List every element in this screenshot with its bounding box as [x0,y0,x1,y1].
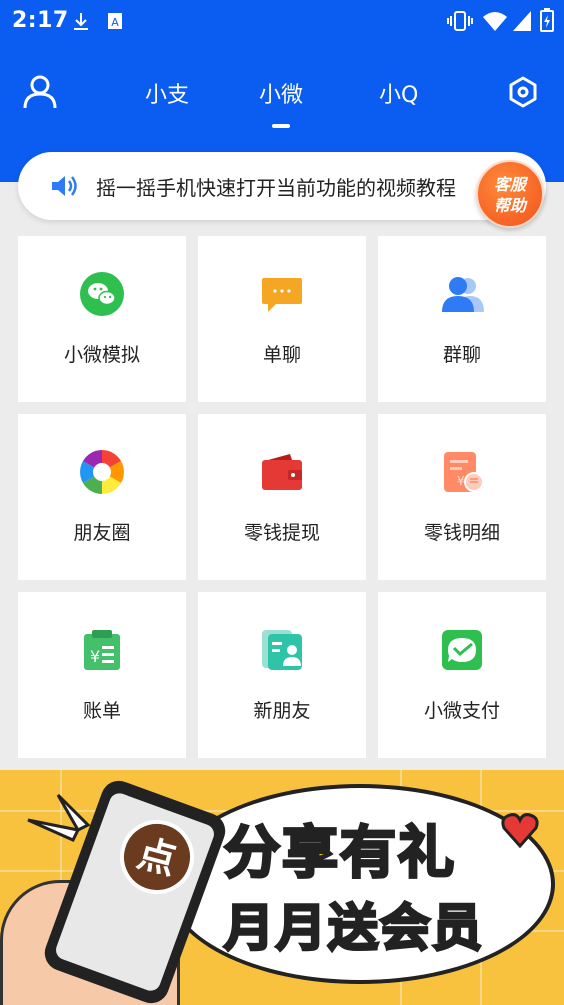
settings-icon[interactable] [508,76,538,108]
grid-label: 新朋友 [253,700,311,722]
notice-bar[interactable]: 摇一摇手机快速打开当前功能的视频教程 [18,152,546,220]
banner-subtitle: 月月送会员 [223,898,484,959]
grid-item-bill[interactable]: ¥ 账单 [18,592,186,758]
svg-text:¥: ¥ [457,474,465,488]
tab-xiaoq[interactable]: 小Q [379,77,418,109]
grid-item-moments[interactable]: 朋友圈 [18,414,186,580]
grid-label: 小微模拟 [63,344,140,366]
help-badge-line2: 帮助 [493,196,526,215]
battery-icon [540,8,554,32]
grid-label: 小微支付 [423,700,500,722]
grid-item-single-chat[interactable]: 单聊 [198,236,366,402]
grid-item-change-detail[interactable]: ¥ 零钱明细 [378,414,546,580]
receipt-icon: ¥ [444,452,484,492]
status-time: 2:17 [12,8,69,33]
download-icon [74,13,88,30]
moments-icon [80,450,124,494]
a-icon: A [108,13,122,29]
chat-bubble-icon [262,278,302,312]
active-tab-indicator [272,124,290,128]
payment-icon [442,630,482,670]
vibrate-icon [447,11,473,31]
svg-text:A: A [111,16,119,29]
speaker-icon [52,176,77,196]
customer-help-button[interactable]: 客服 帮助 [476,160,544,228]
svg-text:¥: ¥ [90,647,100,666]
wallet-icon [262,454,302,490]
help-badge-line1: 客服 [493,175,526,194]
grid-item-new-friend[interactable]: 新朋友 [198,592,366,758]
heart-icon [501,813,539,849]
promo-banner[interactable]: 点 分享有礼 月月送会员 [0,770,564,1005]
grid-item-payment[interactable]: 小微支付 [378,592,546,758]
grid-label: 单聊 [262,344,301,366]
grid-item-withdraw[interactable]: 零钱提现 [198,414,366,580]
wechat-icon [80,272,124,316]
new-friend-icon [262,630,302,670]
tab-xiaowei[interactable]: 小微 [259,77,303,109]
grid-item-group-chat[interactable]: 群聊 [378,236,546,402]
notice-text: 摇一摇手机快速打开当前功能的视频教程 [96,176,456,200]
tab-xiaozhi[interactable]: 小支 [145,77,189,109]
status-bar: 2:17 A [0,0,564,40]
grid-label: 账单 [82,700,121,722]
top-nav: 小支 小微 小Q [0,60,564,140]
group-icon [442,277,484,312]
bill-icon: ¥ [84,630,120,670]
grid-label: 朋友圈 [73,522,131,544]
user-icon[interactable] [22,74,58,110]
banner-title: 分享有礼 [223,820,456,888]
grid-label: 群聊 [442,344,481,366]
grid-label: 零钱提现 [243,522,320,544]
wifi-icon [483,12,507,31]
signal-icon [513,11,531,31]
grid-label: 零钱明细 [423,522,500,544]
grid-item-xiaowei-sim[interactable]: 小微模拟 [18,236,186,402]
